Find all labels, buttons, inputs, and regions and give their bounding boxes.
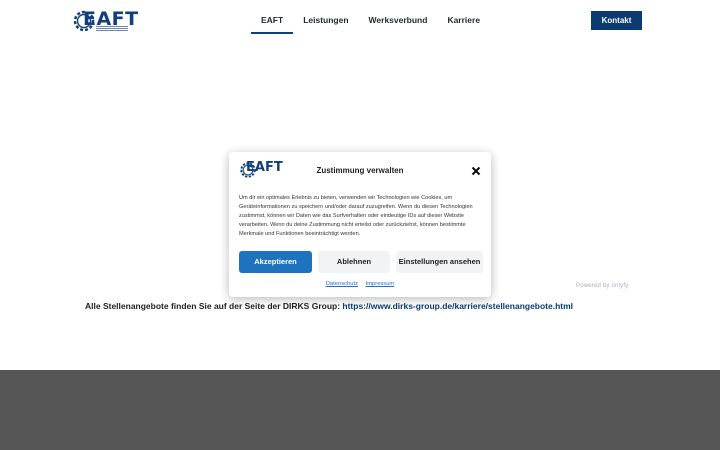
contact-button[interactable]: Kontakt bbox=[591, 11, 642, 30]
powered-by-text[interactable]: Powered by onlyfy bbox=[576, 283, 628, 289]
nav-item-werksverbund[interactable]: Werksverbund bbox=[359, 0, 438, 44]
close-icon[interactable] bbox=[471, 166, 481, 176]
privacy-link[interactable]: Datenschutz bbox=[326, 281, 358, 287]
consent-links: Datenschutz Impressum bbox=[229, 281, 491, 287]
site-header: EAFT EAFT Leistungen Werksverbund Karrie… bbox=[0, 0, 720, 44]
consent-title: Zustimmung verwalten bbox=[316, 166, 404, 175]
logo-tagline-lines bbox=[96, 26, 128, 31]
accept-button[interactable]: Akzeptieren bbox=[239, 251, 312, 273]
view-settings-button[interactable]: Einstellungen ansehen bbox=[396, 251, 483, 273]
jobs-info-prefix: Alle Stellenangebote finden Sie auf der … bbox=[85, 301, 343, 311]
main-nav: EAFT Leistungen Werksverbund Karriere bbox=[251, 0, 490, 44]
imprint-link[interactable]: Impressum bbox=[366, 281, 395, 287]
nav-item-eaft[interactable]: EAFT bbox=[251, 2, 294, 34]
eaft-logo[interactable]: EAFT bbox=[72, 8, 138, 33]
jobs-info-text: Alle Stellenangebote finden Sie auf der … bbox=[85, 301, 573, 311]
jobs-link[interactable]: https://www.dirks-group.de/karriere/stel… bbox=[342, 301, 573, 311]
nav-item-leistungen[interactable]: Leistungen bbox=[293, 0, 358, 44]
cookie-consent-dialog: EAFT Zustimmung verwalten Um dir ein opt… bbox=[229, 152, 491, 297]
deny-button[interactable]: Ablehnen bbox=[318, 251, 390, 273]
consent-body-text: Um dir ein optimales Erlebnis zu bieten,… bbox=[239, 195, 473, 237]
site-footer bbox=[0, 370, 720, 450]
nav-item-karriere[interactable]: Karriere bbox=[437, 0, 490, 44]
